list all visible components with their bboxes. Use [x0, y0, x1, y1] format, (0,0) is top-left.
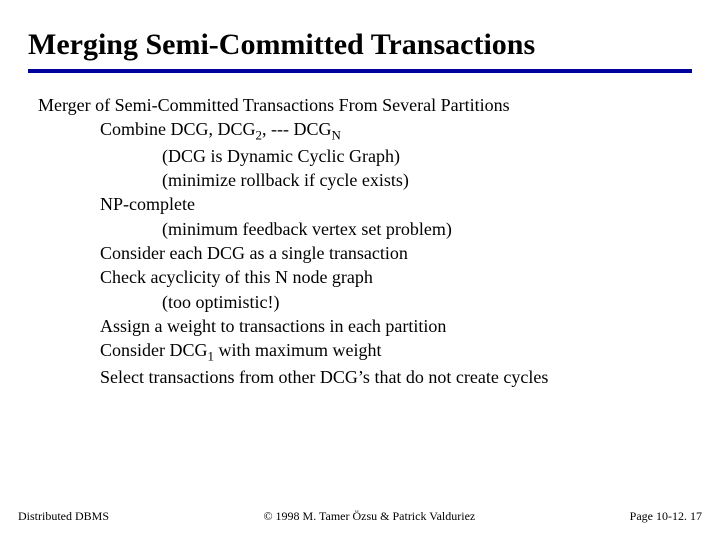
body-line: Combine DCG, DCG2, --- DCGN: [100, 117, 692, 144]
footer: Distributed DBMS © 1998 M. Tamer Özsu & …: [0, 509, 720, 524]
text-fragment: , --- DCG: [262, 119, 332, 139]
text-fragment: Combine DCG, DCG: [100, 119, 256, 139]
footer-right: Page 10-12. 17: [630, 509, 702, 524]
slide-body: Merger of Semi-Committed Transactions Fr…: [38, 93, 692, 390]
body-line: Check acyclicity of this N node graph: [100, 265, 692, 289]
title-rule: [28, 69, 692, 73]
slide-title: Merging Semi-Committed Transactions: [28, 28, 692, 63]
body-line: (DCG is Dynamic Cyclic Graph): [162, 144, 692, 168]
subscript: N: [332, 127, 341, 142]
text-fragment: with maximum weight: [214, 340, 381, 360]
body-line: (minimum feedback vertex set problem): [162, 217, 692, 241]
text-fragment: Consider DCG: [100, 340, 208, 360]
body-line: Merger of Semi-Committed Transactions Fr…: [38, 93, 692, 117]
body-line: (minimize rollback if cycle exists): [162, 168, 692, 192]
footer-left: Distributed DBMS: [18, 509, 109, 524]
body-line: Select transactions from other DCG’s tha…: [100, 365, 692, 389]
body-line: Assign a weight to transactions in each …: [100, 314, 692, 338]
body-line: Consider each DCG as a single transactio…: [100, 241, 692, 265]
slide: Merging Semi-Committed Transactions Merg…: [0, 0, 720, 540]
body-line: (too optimistic!): [162, 290, 692, 314]
body-line: Consider DCG1 with maximum weight: [100, 338, 692, 365]
footer-center: © 1998 M. Tamer Özsu & Patrick Valduriez: [109, 509, 630, 524]
body-line: NP-complete: [100, 192, 692, 216]
